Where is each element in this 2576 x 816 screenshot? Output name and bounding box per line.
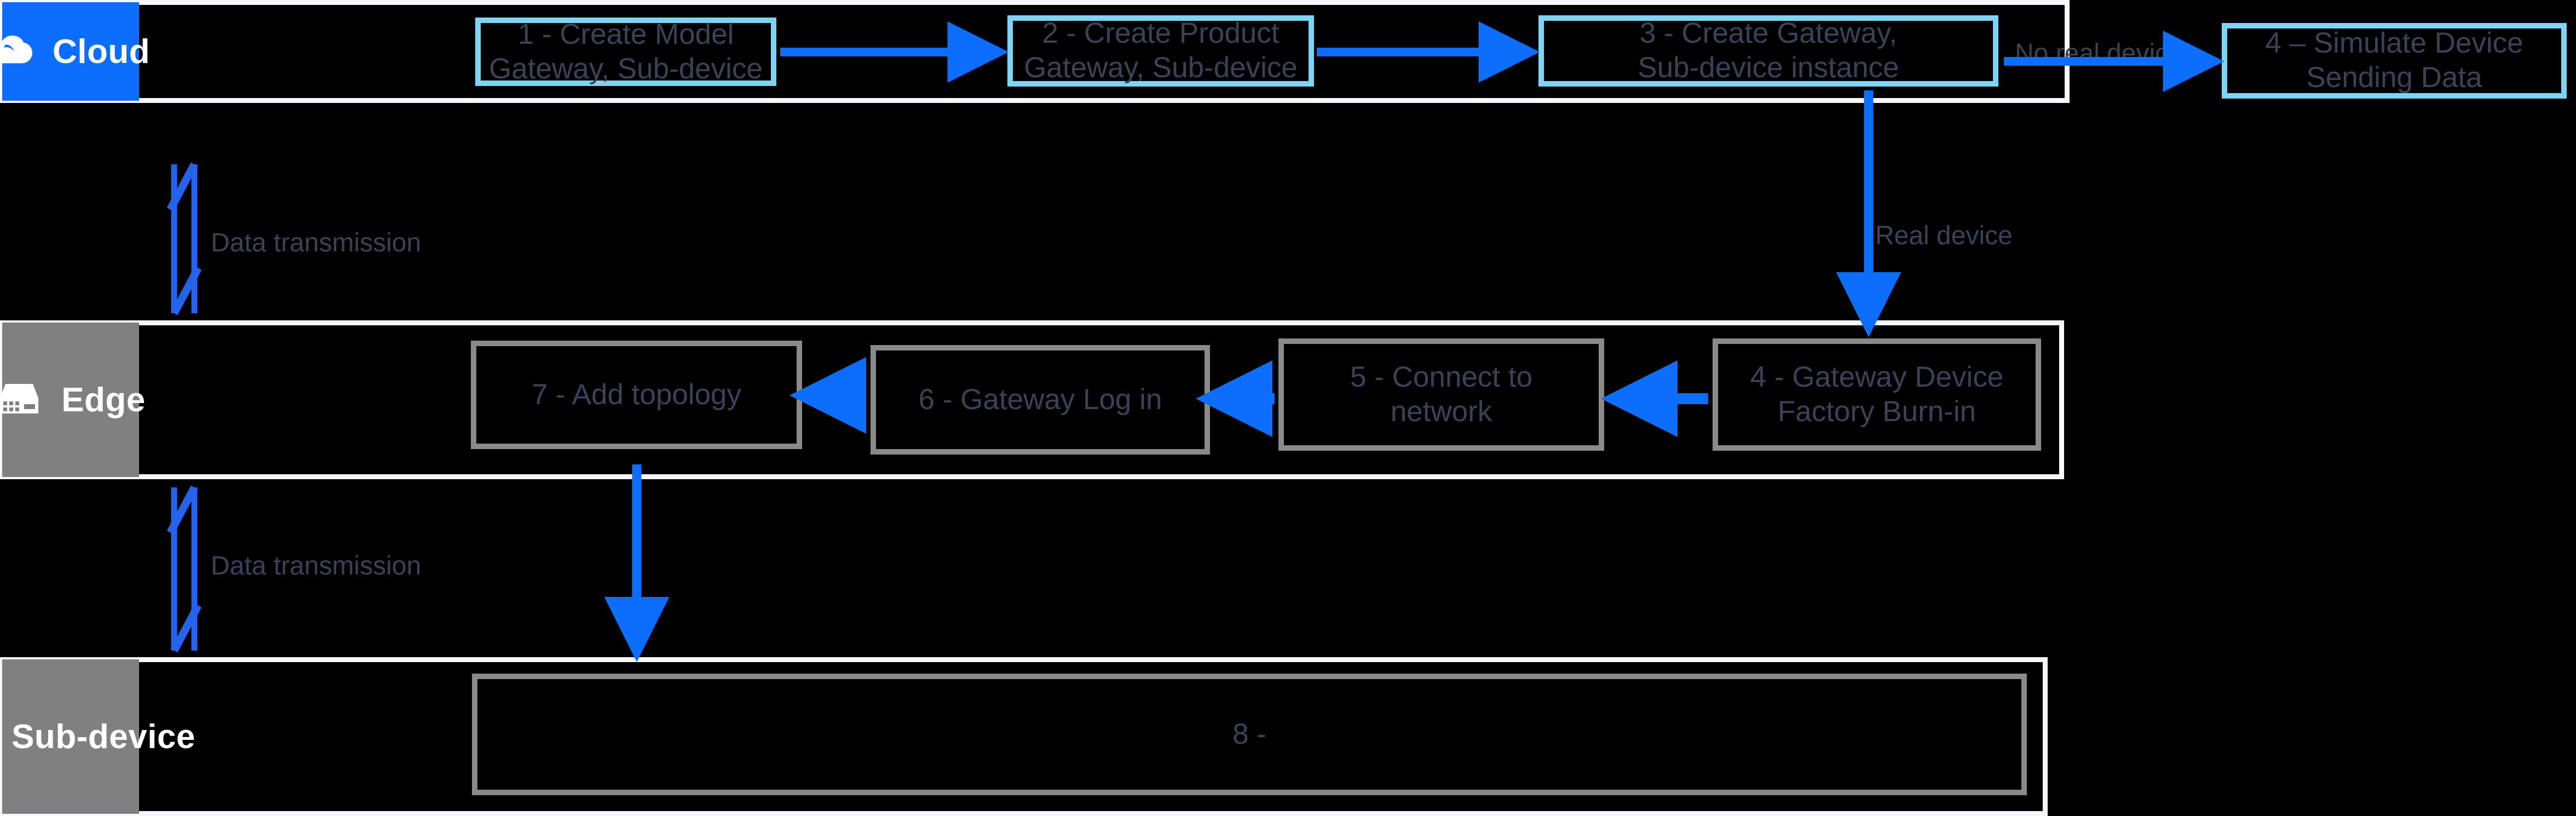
process-box-step5[interactable]: 5 - Connect to network	[1278, 338, 1604, 451]
process-box-step6[interactable]: 6 - Gateway Log in	[871, 345, 1210, 455]
label-data-transmission-edge-subdevice: Data transmission	[211, 551, 422, 581]
label-no-real-device: No real device	[2015, 39, 2183, 68]
lane-label-cloud: Cloud	[0, 2, 150, 101]
process-box-step3-label: 3 - Create Gateway, Sub-device instance	[1638, 17, 1899, 84]
process-box-step8-label: 8 -	[1232, 717, 1266, 750]
label-real-device: Real device	[1875, 221, 2013, 250]
cloud-icon	[0, 33, 34, 70]
process-box-step7-label: 7 - Add topology	[531, 378, 742, 411]
lane-label-edge-text: Edge	[61, 381, 146, 419]
process-box-step5-label: 5 - Connect to network	[1350, 360, 1532, 428]
process-box-step3[interactable]: 3 - Create Gateway, Sub-device instance	[1538, 15, 1998, 87]
gateway-server-icon	[0, 382, 43, 418]
process-box-step4-burnin[interactable]: 4 - Gateway Device Factory Burn-in	[1713, 338, 2041, 451]
lane-label-cloud-text: Cloud	[52, 32, 151, 71]
process-box-step2-label: 2 - Create Product Gateway, Sub-device	[1024, 17, 1298, 84]
process-box-step4-burnin-label: 4 - Gateway Device Factory Burn-in	[1750, 360, 2004, 428]
process-box-step2[interactable]: 2 - Create Product Gateway, Sub-device	[1007, 15, 1314, 87]
process-box-step1-label: 1 - Create Model Gateway, Sub-device	[489, 18, 763, 85]
process-box-step4-simulate[interactable]: 4 – Simulate Device Sending Data	[2222, 23, 2567, 99]
lane-label-edge: Edge	[0, 323, 145, 477]
lane-label-subdevice: Sub-device	[2, 659, 195, 814]
lane-label-subdevice-text: Sub-device	[11, 717, 195, 756]
diagram-canvas: Cloud 1 - Create Model Gateway, Sub-devi…	[0, 0, 2576, 816]
label-data-transmission-cloud-edge: Data transmission	[211, 228, 422, 257]
process-box-step4-simulate-label: 4 – Simulate Device Sending Data	[2265, 27, 2523, 94]
process-box-step8[interactable]: 8 -	[472, 674, 2027, 795]
process-box-step1[interactable]: 1 - Create Model Gateway, Sub-device	[475, 18, 776, 86]
process-box-step7[interactable]: 7 - Add topology	[471, 341, 802, 449]
process-box-step6-label: 6 - Gateway Log in	[918, 383, 1162, 416]
